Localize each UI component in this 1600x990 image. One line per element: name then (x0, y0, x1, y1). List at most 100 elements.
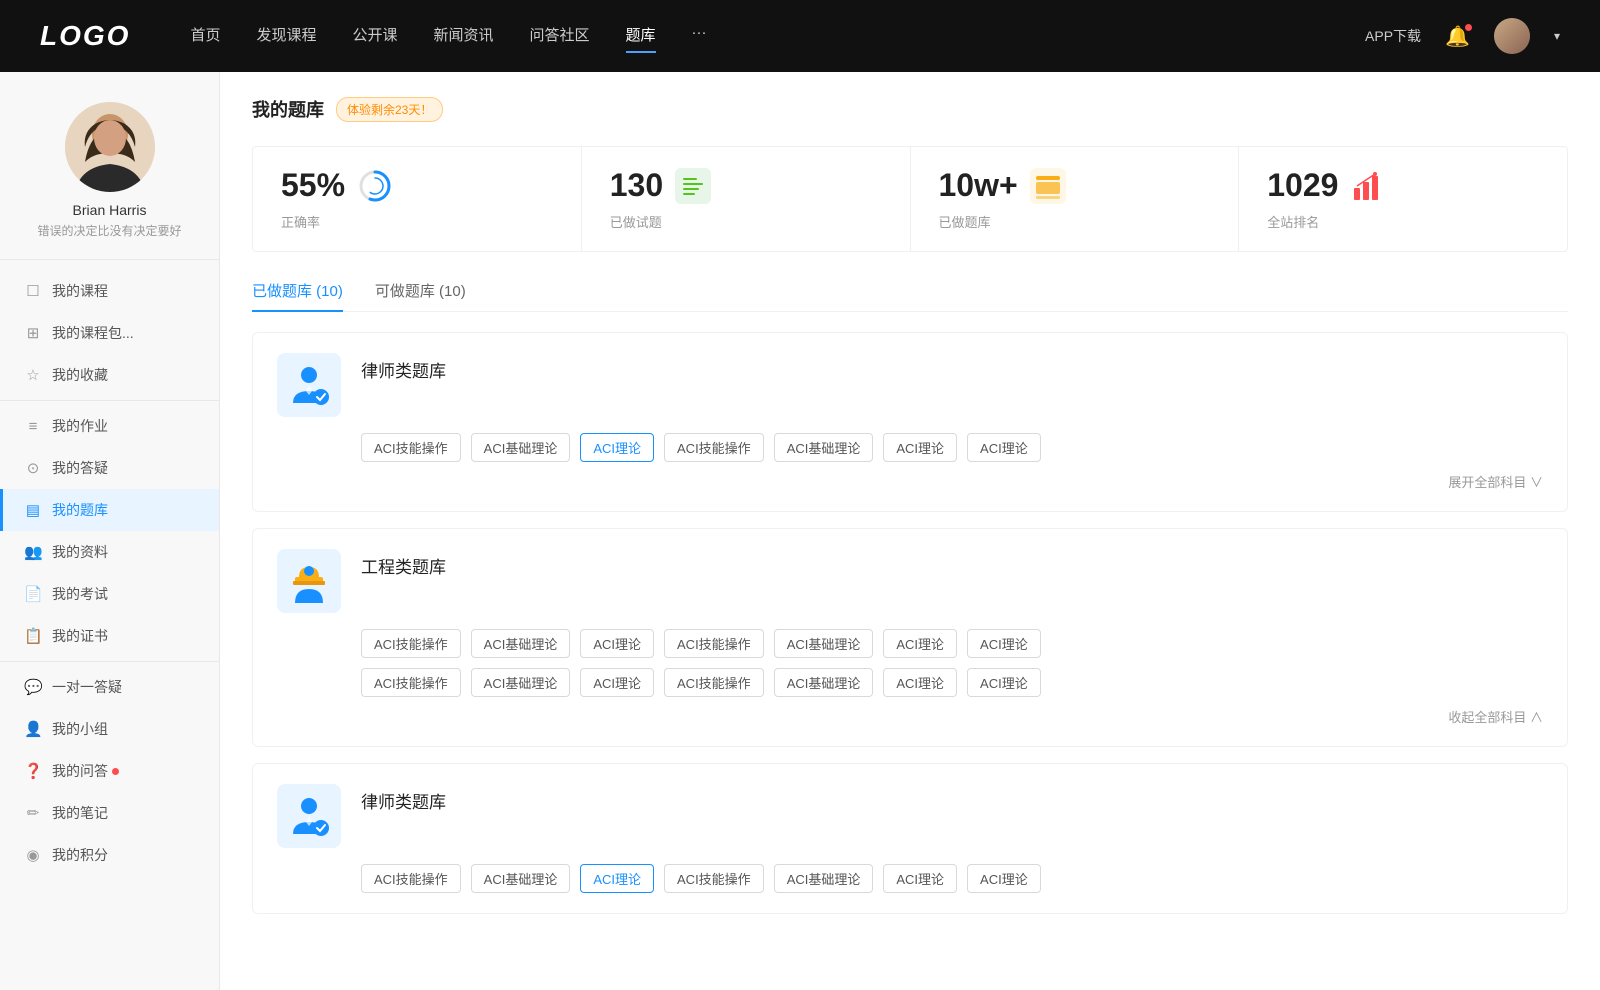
sidebar-item-one-on-one[interactable]: 💬 一对一答疑 (0, 666, 219, 708)
qbank-header-lawyer-1: 律师类题库 (277, 353, 1543, 417)
qbank-icon-lawyer-2 (277, 784, 341, 848)
qbank-card-engineer: 工程类题库 ACI技能操作 ACI基础理论 ACI理论 ACI技能操作 ACI基… (252, 528, 1568, 747)
sidebar-item-my-group[interactable]: 👤 我的小组 (0, 708, 219, 750)
nav-qa[interactable]: 问答社区 (530, 24, 590, 49)
tag-lawyer-1-0[interactable]: ACI技能操作 (361, 433, 461, 462)
tab-done-banks[interactable]: 已做题库 (10) (252, 280, 343, 311)
stat-value-ranking: 1029 (1267, 167, 1338, 204)
sidebar-item-my-homework[interactable]: ≡ 我的作业 (0, 405, 219, 447)
user-name: Brian Harris (73, 202, 147, 218)
tag-lawyer-1-2[interactable]: ACI理论 (580, 433, 654, 462)
tag-eng-r2-4[interactable]: ACI基础理论 (774, 668, 874, 697)
sidebar-label-my-question-bank: 我的题库 (52, 500, 108, 520)
sidebar-item-my-question-bank[interactable]: ▤ 我的题库 (0, 489, 219, 531)
sidebar-label-my-courses: 我的课程 (52, 281, 108, 301)
data-icon: 👥 (24, 543, 42, 561)
tag-eng-3[interactable]: ACI技能操作 (664, 629, 764, 658)
tag-eng-4[interactable]: ACI基础理论 (774, 629, 874, 658)
stat-top-accuracy: 55% (281, 167, 553, 204)
tag-eng-0[interactable]: ACI技能操作 (361, 629, 461, 658)
avatar-svg (65, 102, 155, 192)
tag-lawyer-1-1[interactable]: ACI基础理论 (471, 433, 571, 462)
qbank-expand-engineer[interactable]: 收起全部科目 ∧ (277, 707, 1543, 726)
nav-more[interactable]: ··· (692, 24, 707, 49)
sidebar-item-my-course-packs[interactable]: ⊞ 我的课程包... (0, 312, 219, 354)
sidebar-label-my-group: 我的小组 (52, 719, 108, 739)
stat-done-questions: 130 已做试题 (582, 147, 911, 251)
sidebar-item-my-courses[interactable]: ☐ 我的课程 (0, 270, 219, 312)
group-icon: 👤 (24, 720, 42, 738)
ranking-icon (1350, 168, 1386, 204)
tab-available-banks[interactable]: 可做题库 (10) (375, 280, 466, 311)
stats-row: 55% 正确率 130 (252, 146, 1568, 252)
tag-lawyer2-1[interactable]: ACI基础理论 (471, 864, 571, 893)
tag-lawyer-1-6[interactable]: ACI理论 (967, 433, 1041, 462)
notification-dot (1465, 24, 1472, 31)
app-download-button[interactable]: APP下载 (1365, 26, 1421, 46)
sidebar-item-my-exams[interactable]: 📄 我的考试 (0, 573, 219, 615)
sidebar-item-my-data[interactable]: 👥 我的资料 (0, 531, 219, 573)
divider-2 (0, 661, 219, 662)
tag-eng-r2-1[interactable]: ACI基础理论 (471, 668, 571, 697)
tag-lawyer2-4[interactable]: ACI基础理论 (774, 864, 874, 893)
tabs-row: 已做题库 (10) 可做题库 (10) (252, 280, 1568, 312)
sidebar-label-my-points: 我的积分 (52, 845, 108, 865)
sidebar-item-my-questions[interactable]: ❓ 我的问答 (0, 750, 219, 792)
questions-dot (112, 768, 119, 775)
sidebar-item-my-qa[interactable]: ⊙ 我的答疑 (0, 447, 219, 489)
tag-eng-2[interactable]: ACI理论 (580, 629, 654, 658)
qbank-expand-lawyer-1[interactable]: 展开全部科目 ∨ (277, 472, 1543, 491)
tag-eng-1[interactable]: ACI基础理论 (471, 629, 571, 658)
favorites-icon: ☆ (24, 366, 42, 384)
tag-eng-r2-2[interactable]: ACI理论 (580, 668, 654, 697)
nav-open-course[interactable]: 公开课 (352, 24, 397, 49)
avatar-image (1494, 18, 1530, 54)
tag-lawyer2-6[interactable]: ACI理论 (967, 864, 1041, 893)
sidebar-item-my-points[interactable]: ◉ 我的积分 (0, 834, 219, 876)
sidebar-label-my-qa: 我的答疑 (52, 458, 108, 478)
qbank-icon-engineer (277, 549, 341, 613)
sidebar-item-my-favorites[interactable]: ☆ 我的收藏 (0, 354, 219, 396)
tag-lawyer2-3[interactable]: ACI技能操作 (664, 864, 764, 893)
stat-label-done-banks: 已做题库 (939, 212, 1211, 231)
tag-lawyer-1-3[interactable]: ACI技能操作 (664, 433, 764, 462)
certificates-icon: 📋 (24, 627, 42, 645)
nav-question-bank[interactable]: 题库 (626, 24, 656, 49)
tag-eng-r2-6[interactable]: ACI理论 (967, 668, 1041, 697)
tag-lawyer-1-4[interactable]: ACI基础理论 (774, 433, 874, 462)
tag-lawyer2-0[interactable]: ACI技能操作 (361, 864, 461, 893)
tag-eng-r2-5[interactable]: ACI理论 (883, 668, 957, 697)
stat-value-done-banks: 10w+ (939, 167, 1018, 204)
page-title: 我的题库 (252, 96, 324, 122)
main-nav: 首页 发现课程 公开课 新闻资讯 问答社区 题库 ··· (190, 24, 1365, 49)
sidebar-label-one-on-one: 一对一答疑 (52, 677, 122, 697)
sidebar-label-my-favorites: 我的收藏 (52, 365, 108, 385)
stat-done-banks: 10w+ 已做题库 (911, 147, 1240, 251)
qbank-tags-lawyer-2: ACI技能操作 ACI基础理论 ACI理论 ACI技能操作 ACI基础理论 AC… (361, 864, 1543, 893)
tag-eng-r2-0[interactable]: ACI技能操作 (361, 668, 461, 697)
notification-bell[interactable]: 🔔 (1445, 24, 1470, 49)
qbank-icon-lawyer-1 (277, 353, 341, 417)
user-avatar-header[interactable] (1494, 18, 1530, 54)
stat-label-accuracy: 正确率 (281, 212, 553, 231)
nav-home[interactable]: 首页 (190, 24, 220, 49)
nav-news[interactable]: 新闻资讯 (434, 24, 494, 49)
sidebar-item-my-notes[interactable]: ✏ 我的笔记 (0, 792, 219, 834)
user-motto: 错误的决定比没有决定要好 (37, 222, 181, 239)
homework-icon: ≡ (24, 418, 42, 435)
tag-eng-r2-3[interactable]: ACI技能操作 (664, 668, 764, 697)
nav-discover[interactable]: 发现课程 (256, 24, 316, 49)
user-dropdown-arrow[interactable]: ▾ (1554, 29, 1560, 43)
qbank-card-lawyer-1: 律师类题库 ACI技能操作 ACI基础理论 ACI理论 ACI技能操作 ACI基… (252, 332, 1568, 512)
sidebar-item-my-certificates[interactable]: 📋 我的证书 (0, 615, 219, 657)
course-packs-icon: ⊞ (24, 324, 42, 342)
divider-1 (0, 400, 219, 401)
tag-lawyer2-2[interactable]: ACI理论 (580, 864, 654, 893)
tag-eng-6[interactable]: ACI理论 (967, 629, 1041, 658)
trial-badge: 体验剩余23天！ (336, 97, 443, 122)
tag-lawyer-1-5[interactable]: ACI理论 (883, 433, 957, 462)
sidebar-label-my-notes: 我的笔记 (52, 803, 108, 823)
content-area: 我的题库 体验剩余23天！ 55% 正确率 (220, 72, 1600, 990)
tag-lawyer2-5[interactable]: ACI理论 (883, 864, 957, 893)
tag-eng-5[interactable]: ACI理论 (883, 629, 957, 658)
